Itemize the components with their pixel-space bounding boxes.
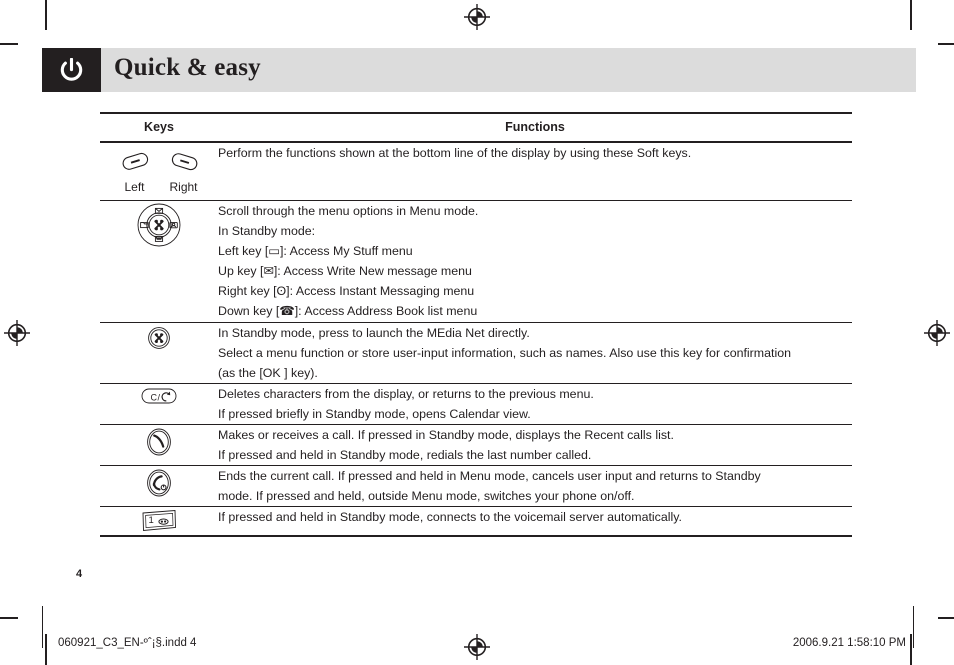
crop-mark-bottom-left-horizontal [0,617,18,619]
page-number: 4 [76,568,83,580]
function-line: Ends the current call. If pressed and he… [218,469,761,484]
functions-cell: In Standby mode, press to launch the MEd… [218,321,852,384]
crop-mark-top-left-vertical [45,0,47,30]
right-soft-key: Right [168,151,200,194]
registration-target-icon-right [924,320,950,346]
table-row: In Standby mode, press to launch the MEd… [100,321,852,384]
voicemail-one-key-icon: 1 [142,510,176,532]
svg-text:C: C [151,392,158,402]
ok-confirm-key-icon [148,326,170,349]
footer-rule-right [913,606,915,648]
crop-mark-bottom-right-vertical [910,634,912,665]
navigation-key-icon [137,203,181,247]
left-soft-key-icon [122,152,148,170]
functions-cell: Perform the functions shown at the botto… [218,141,852,201]
rule-left [100,535,218,539]
function-line: Left key [▭]: Access My Stuff menu [218,244,413,259]
crop-mark-top-right-horizontal [938,43,954,45]
send-call-key-icon [147,428,171,456]
table-bottom-rule [100,535,852,539]
page-title: Quick & easy [114,54,261,81]
table-row: Left Right Perform the functions shown a… [100,141,852,201]
column-header-functions: Functions [218,112,852,142]
functions-cell: Scroll through the menu options in Menu … [218,200,852,323]
functions-cell: Makes or receives a call. If pressed in … [218,424,852,466]
key-cell: 1 [100,506,218,537]
function-line: mode. If pressed and held, outside Menu … [218,489,635,504]
left-soft-key-label: Left [124,180,145,194]
registration-target-icon-bottom [464,634,490,660]
function-line: Scroll through the menu options in Menu … [218,204,479,218]
key-cell [100,321,218,384]
right-soft-key-icon [171,153,197,171]
table-header-row: Keys Functions [100,112,852,142]
function-line: Perform the functions shown at the botto… [218,146,692,160]
functions-cell: Ends the current call. If pressed and he… [218,465,852,507]
table-row: 1 If pressed and held in Standby mode, c… [100,506,852,537]
left-soft-key: Left [119,151,151,194]
crop-mark-top-right-vertical [910,0,912,30]
function-line: If pressed and held in Standby mode, red… [218,448,592,463]
column-header-keys: Keys [100,112,218,142]
function-line: Up key [✉]: Access Write New message men… [218,264,472,279]
function-line: If pressed and held in Standby mode, con… [218,510,682,525]
crop-mark-bottom-left-vertical [45,634,47,665]
function-line: Select a menu function or store user-inp… [218,345,791,360]
key-cell [100,200,218,323]
table-row: Scroll through the menu options in Menu … [100,200,852,323]
key-functions-table: Keys Functions Left Right Perform the fu… [100,112,852,539]
footer-timestamp: 2006.9.21 1:58:10 PM [792,637,906,649]
section-header-band: Quick & easy [42,48,916,92]
function-line: If pressed briefly in Standby mode, open… [218,406,531,421]
end-power-key-icon [147,469,171,497]
power-icon-block [42,48,101,92]
power-icon [60,58,83,81]
function-line: (as the [OK ] key). [218,365,318,380]
registration-target-icon-top [464,4,490,30]
crop-mark-top-left-horizontal [0,43,18,45]
function-line: In Standby mode: [218,224,316,239]
right-soft-key-label: Right [169,180,198,194]
key-cell: C / [100,382,218,425]
clear-back-key-icon: C / [141,388,177,404]
key-cell [100,424,218,466]
key-cell: Left Right [100,141,218,201]
registration-target-icon-left [4,320,30,346]
svg-text:1: 1 [149,516,154,527]
table-row: Ends the current call. If pressed and he… [100,465,852,507]
key-cell [100,465,218,507]
soft-keys-pair-icon: Left Right [100,143,218,200]
functions-cell: If pressed and held in Standby mode, con… [218,506,852,537]
table-row: C / Deletes characters from the display,… [100,382,852,425]
svg-text:/: / [158,392,161,402]
function-line: Right key [ʘ]: Access Instant Messaging … [218,284,475,299]
function-line: Down key [☎]: Access Address Book list m… [218,304,478,319]
functions-cell: Deletes characters from the display, or … [218,382,852,425]
footer-filename: 060921_C3_EN-ºˆ¡§.indd 4 [58,637,197,649]
rule-right [218,535,852,539]
footer-rule-left [42,606,44,648]
function-line: Deletes characters from the display, or … [218,386,594,401]
function-line: Makes or receives a call. If pressed in … [218,428,674,443]
table-row: Makes or receives a call. If pressed in … [100,424,852,466]
function-line: In Standby mode, press to launch the MEd… [218,325,530,340]
crop-mark-bottom-right-horizontal [938,617,954,619]
